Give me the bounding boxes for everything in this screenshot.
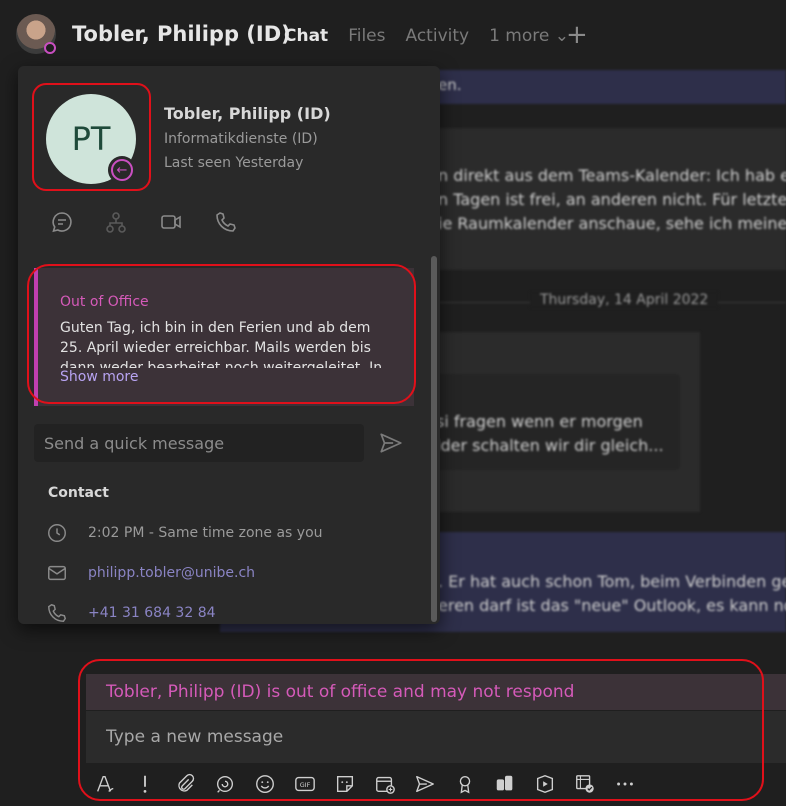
highlight-frame (27, 264, 416, 404)
profile-name: Tobler, Philipp (ID) (164, 104, 331, 123)
org-chart-icon[interactable] (104, 210, 128, 234)
phone-icon[interactable] (214, 210, 238, 234)
chat-title[interactable]: Tobler, Philipp (ID) (72, 22, 291, 46)
quoted-message: si fragen wenn er morgen lder schalten w… (410, 374, 680, 470)
tab-bar: Chat Files Activity 1 more ⌄ (284, 26, 589, 46)
chat-icon[interactable] (50, 210, 74, 234)
date-separator: Thursday, 14 April 2022 (530, 292, 719, 308)
profile-last-seen: Last seen Yesterday (164, 155, 304, 171)
chat-header: Tobler, Philipp (ID) Chat Files Activity… (0, 0, 786, 72)
mail-icon (48, 565, 66, 581)
tab-chat[interactable]: Chat (284, 26, 328, 46)
scrollbar[interactable] (431, 256, 437, 622)
send-icon[interactable] (378, 430, 404, 456)
phone-link[interactable]: +41 31 684 32 84 (88, 605, 216, 621)
quick-message-input[interactable] (34, 424, 364, 462)
message-bubble: en. (400, 70, 786, 104)
contact-section-title: Contact (48, 485, 109, 501)
email-link[interactable]: philipp.tobler@unibe.ch (88, 565, 255, 581)
phone-icon (48, 603, 67, 622)
profile-department: Informatikdienste (ID) (164, 131, 318, 147)
highlight-frame (32, 83, 151, 191)
highlight-frame (78, 659, 764, 801)
tab-activity[interactable]: Activity (406, 26, 470, 46)
status-away-icon (44, 42, 56, 54)
plus-icon[interactable]: + (566, 20, 588, 50)
video-call-icon[interactable] (159, 210, 183, 234)
message-bubble: n direkt aus dem Teams-Kalender: Ich hab… (400, 128, 786, 270)
tab-files[interactable]: Files (348, 26, 385, 46)
local-time: 2:02 PM - Same time zone as you (88, 525, 323, 541)
tab-more[interactable]: 1 more ⌄ (489, 26, 569, 46)
clock-icon (48, 524, 66, 542)
